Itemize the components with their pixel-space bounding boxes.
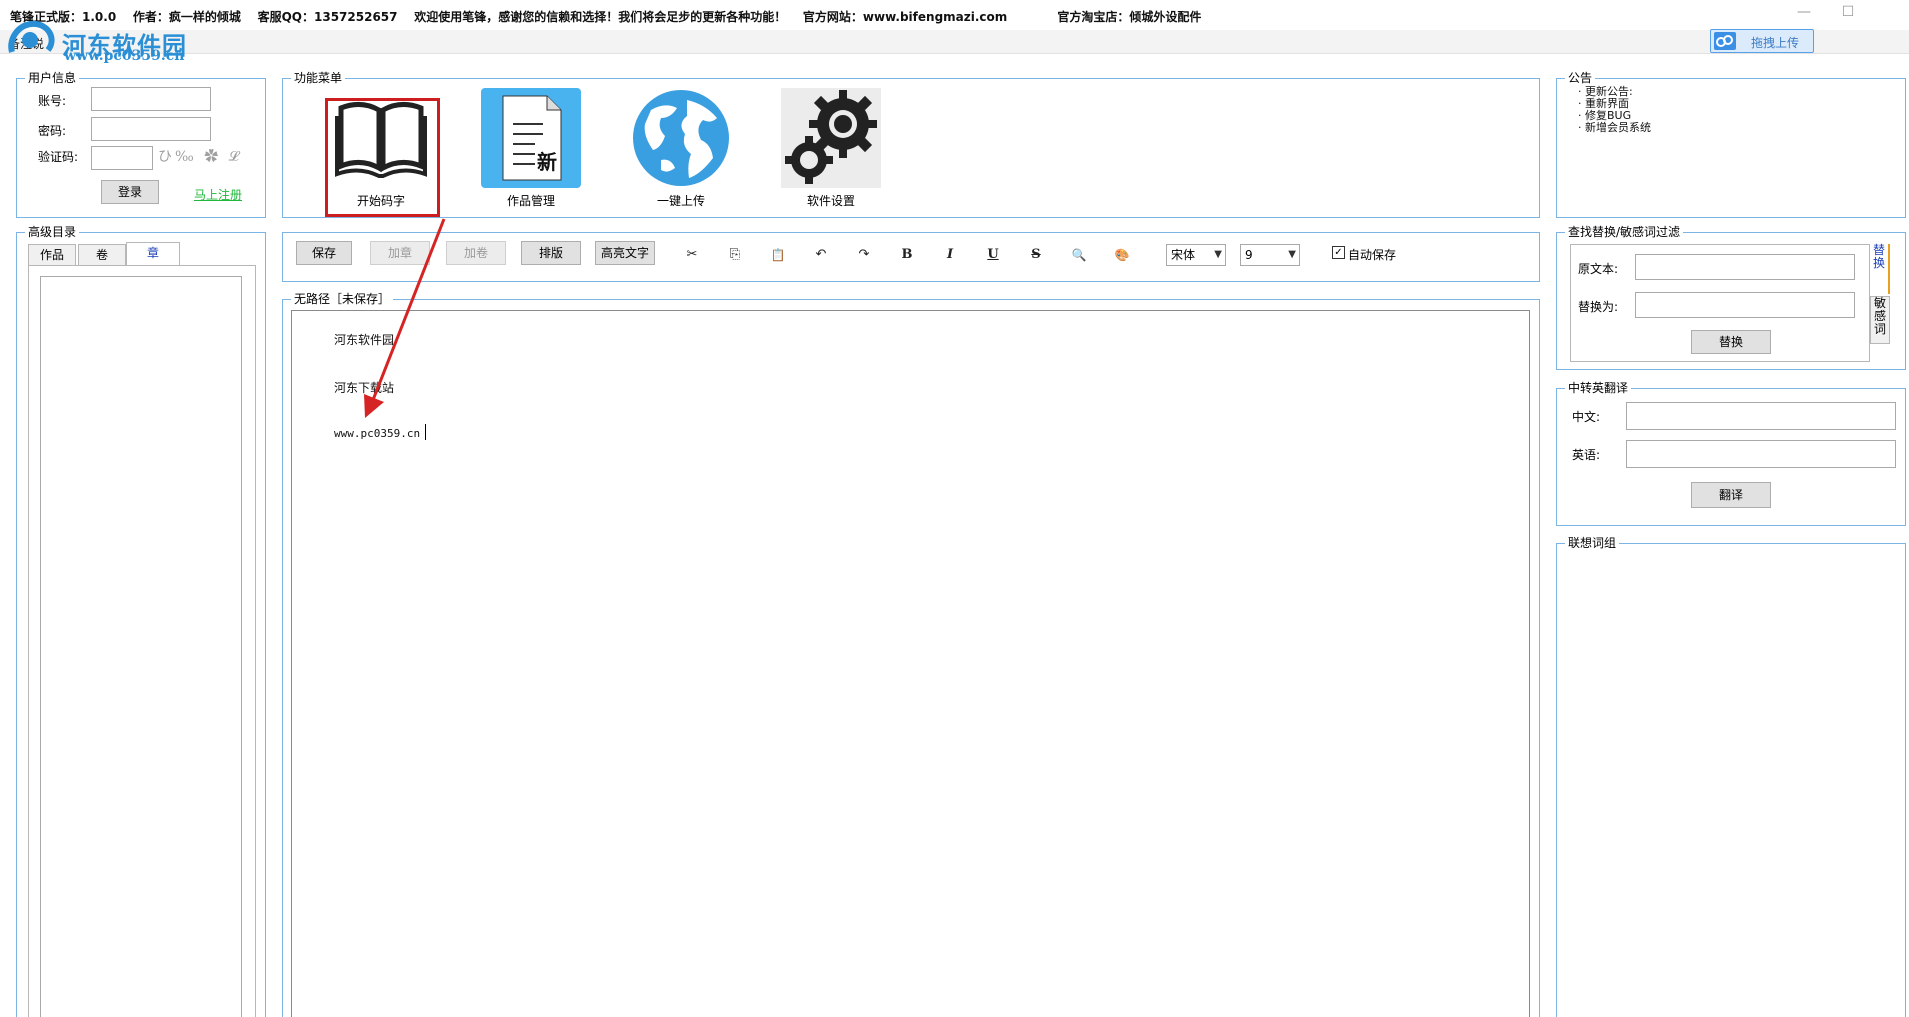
chinese-input[interactable]: [1626, 402, 1896, 430]
word-group-title: 联想词组: [1565, 536, 1620, 550]
translate-button[interactable]: 翻译: [1691, 482, 1771, 508]
translate-title: 中转英翻译: [1565, 381, 1632, 395]
english-label: 英语:: [1572, 448, 1601, 462]
replace-title: 查找替换/敏感词过滤: [1565, 225, 1684, 239]
tab-replace[interactable]: 替换: [1870, 244, 1890, 294]
replace-with-input[interactable]: [1635, 292, 1855, 318]
tab-sensitive-words[interactable]: 敏感词: [1870, 296, 1890, 344]
original-text-input[interactable]: [1635, 254, 1855, 280]
original-text-label: 原文本:: [1578, 262, 1619, 276]
replace-with-label: 替换为:: [1578, 300, 1619, 314]
chinese-label: 中文:: [1572, 410, 1601, 424]
replace-button[interactable]: 替换: [1691, 330, 1771, 354]
english-input[interactable]: [1626, 440, 1896, 468]
word-group-panel: 联想词组: [1556, 536, 1906, 1017]
